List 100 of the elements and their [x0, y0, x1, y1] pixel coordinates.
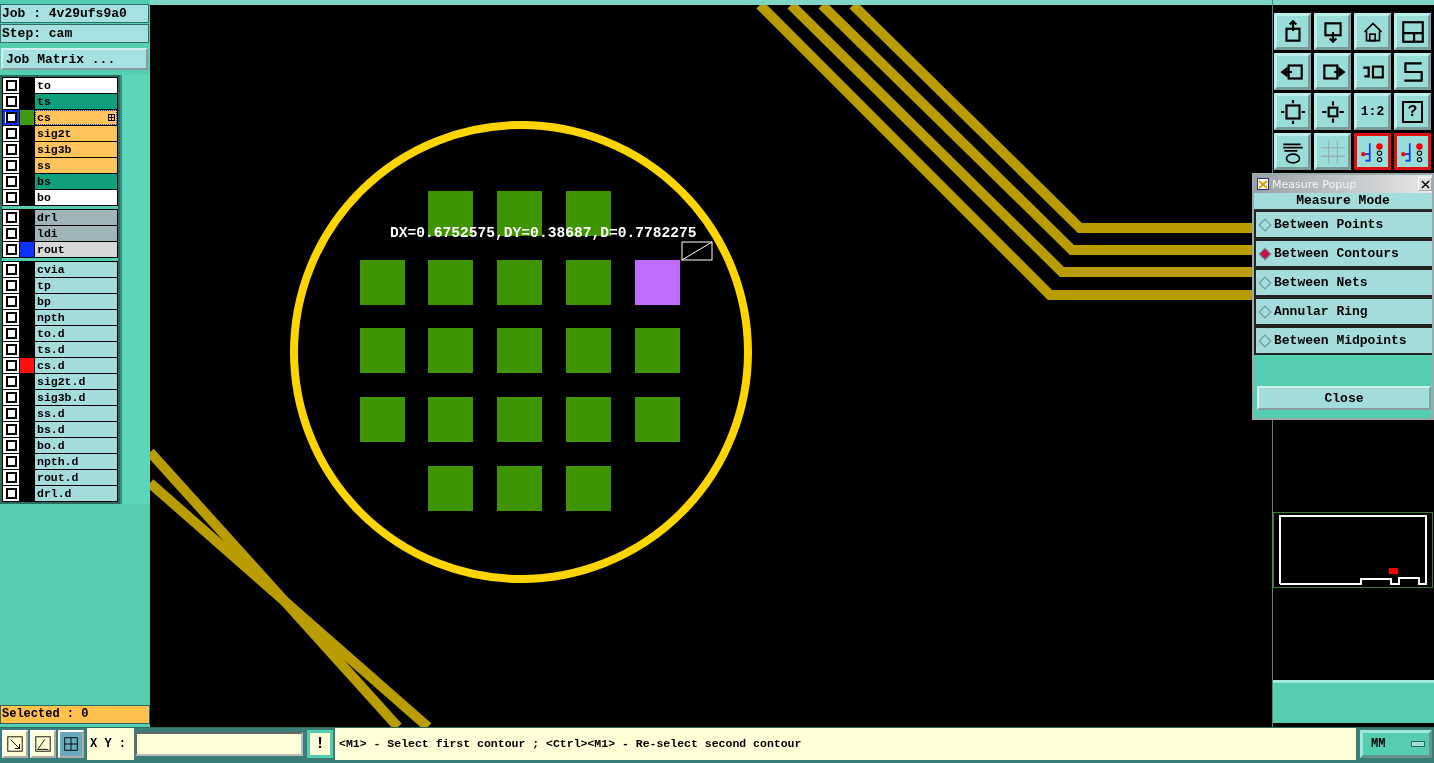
selected-count: Selected : 0 — [0, 705, 150, 724]
layer-checkbox[interactable] — [5, 176, 17, 187]
layer-name[interactable]: npth — [35, 310, 117, 325]
layer-checkbox[interactable] — [5, 280, 17, 291]
dropdown-indicator-icon — [1411, 741, 1425, 747]
pad — [635, 397, 680, 442]
pad — [566, 397, 611, 442]
layer-name[interactable]: bo.d — [35, 438, 117, 453]
layer-name[interactable]: to — [35, 78, 117, 93]
measure-mode-option[interactable]: Between Nets — [1254, 268, 1432, 297]
layer-checkbox[interactable] — [5, 212, 17, 223]
scrollbar-track[interactable] — [120, 75, 150, 504]
pad — [360, 397, 405, 442]
measure-mode-option[interactable]: Between Points — [1254, 210, 1432, 239]
layer-checkbox[interactable] — [5, 296, 17, 307]
window-icon — [1399, 18, 1426, 45]
layer-name[interactable]: drl.d — [35, 486, 117, 501]
layer-name[interactable]: sig2t — [35, 126, 117, 141]
pad — [497, 260, 542, 305]
layer-checkbox[interactable] — [5, 440, 17, 451]
pad — [360, 260, 405, 305]
layer-checkbox[interactable] — [5, 488, 17, 499]
layer-name[interactable]: bo — [35, 190, 117, 205]
layer-checkbox[interactable] — [5, 128, 17, 139]
pad — [635, 328, 680, 373]
pad — [497, 328, 542, 373]
layer-checkbox[interactable] — [5, 228, 17, 239]
measure-mode-option[interactable]: Between Midpoints — [1254, 326, 1432, 355]
layer-checkbox[interactable] — [5, 328, 17, 339]
measurement-label: DX=0.6752575,DY=0.38687,D=0.7782275 — [390, 225, 697, 241]
layer-name[interactable]: bp — [35, 294, 117, 309]
pad — [428, 397, 473, 442]
layer-checkbox[interactable] — [5, 408, 17, 419]
layer-checkbox[interactable] — [5, 312, 17, 323]
layer-name[interactable]: sig2t.d — [35, 374, 117, 389]
pad — [428, 328, 473, 373]
layer-name[interactable]: ss.d — [35, 406, 117, 421]
layer-checkbox[interactable] — [5, 160, 17, 171]
status-message: <M1> - Select first contour ; <Ctrl><M1> - Re-select second contour — [335, 728, 1356, 760]
measure-box-icon — [681, 241, 713, 261]
layer-name[interactable]: bs.d — [35, 422, 117, 437]
layer-checkbox[interactable] — [5, 424, 17, 435]
layer-name[interactable]: to.d — [35, 326, 117, 341]
layer-name[interactable]: ts.d — [35, 342, 117, 357]
close-icon — [1420, 179, 1430, 189]
layer-name[interactable]: tp — [35, 278, 117, 293]
job-name: Job : 4v29ufs9a0 — [0, 4, 149, 23]
pad — [566, 466, 611, 511]
bottom-tool-button[interactable] — [30, 730, 56, 758]
step-name: Step: cam — [0, 24, 149, 43]
layer-checkbox[interactable] — [5, 456, 17, 467]
layer-checkbox[interactable] — [5, 392, 17, 403]
layer-checkbox[interactable] — [5, 264, 17, 275]
grid-icon — [1319, 138, 1346, 165]
layer-name[interactable]: rout.d — [35, 470, 117, 485]
layer-checkbox[interactable] — [5, 80, 17, 91]
pad — [428, 466, 473, 511]
layer-name[interactable]: drl — [35, 210, 117, 225]
pad — [497, 466, 542, 511]
layer-name[interactable]: cs.d — [35, 358, 117, 373]
zoom-fit-icon — [1279, 98, 1306, 125]
measure-mode-option[interactable]: Between Contours — [1254, 239, 1432, 268]
units-dropdown[interactable]: MM — [1360, 730, 1432, 758]
close-button[interactable]: Close — [1257, 386, 1431, 410]
bottom-tool-button[interactable] — [58, 730, 84, 758]
xy-input-field[interactable] — [135, 732, 303, 756]
layer-checkbox[interactable] — [5, 192, 17, 203]
layer-checkbox[interactable] — [5, 360, 17, 371]
plus-box-icon — [108, 114, 115, 121]
layer-checkbox[interactable] — [5, 244, 17, 255]
layer-name[interactable]: ss — [35, 158, 117, 173]
close-button[interactable] — [1418, 177, 1432, 191]
pad — [635, 260, 680, 305]
layer-name[interactable]: bs — [35, 174, 117, 189]
bottom-tool-button[interactable] — [2, 730, 28, 758]
pad — [566, 328, 611, 373]
layer-name[interactable]: sig3b — [35, 142, 117, 157]
layer-name[interactable]: sig3b.d — [35, 390, 117, 405]
layer-name[interactable]: ldi — [35, 226, 117, 241]
job-matrix-button[interactable]: Job Matrix ... — [1, 48, 148, 70]
layer-checkbox[interactable] — [5, 112, 17, 123]
pad — [360, 328, 405, 373]
layer-name[interactable]: rout — [35, 242, 117, 257]
warning-button[interactable]: ! — [307, 730, 333, 758]
layer-name[interactable]: npth.d — [35, 454, 117, 469]
pad — [428, 260, 473, 305]
toolbar-button[interactable]: 1:2 — [1354, 93, 1391, 130]
toolbar-button[interactable]: ? — [1394, 93, 1431, 130]
center-icon — [1319, 98, 1346, 125]
layer-checkbox[interactable] — [5, 472, 17, 483]
layer-checkbox[interactable] — [5, 344, 17, 355]
window-icon — [1257, 178, 1269, 190]
layer-checkbox[interactable] — [5, 376, 17, 387]
layer-name[interactable]: cvia — [35, 262, 117, 277]
pad — [566, 260, 611, 305]
measure-mode-option[interactable]: Annular Ring — [1254, 297, 1432, 326]
layer-name[interactable]: cs — [35, 110, 117, 125]
layer-name[interactable]: ts — [35, 94, 117, 109]
layer-checkbox[interactable] — [5, 144, 17, 155]
layer-checkbox[interactable] — [5, 96, 17, 107]
